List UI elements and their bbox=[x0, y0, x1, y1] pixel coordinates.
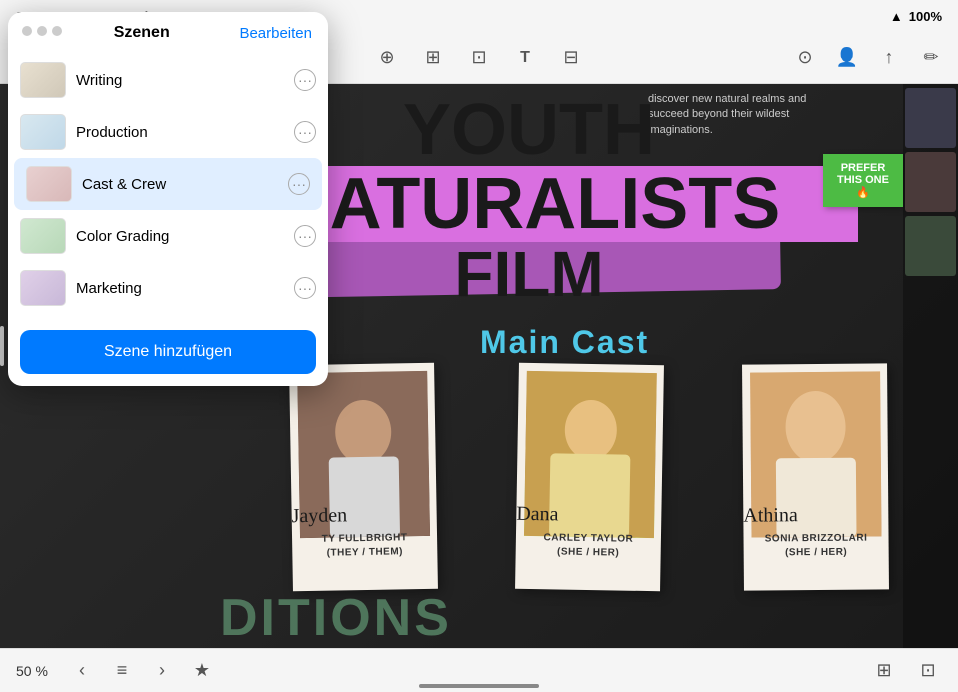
cast-row: Jayden TY FULLBRIGHT(THEY / THEM) Dana C… bbox=[270, 364, 908, 590]
panel-edit-button[interactable]: Bearbeiten bbox=[239, 25, 312, 42]
panel-thumb-writing bbox=[20, 62, 66, 98]
panel-item-color-grading[interactable]: Color Grading ··· bbox=[8, 210, 328, 262]
panel-item-more-marketing[interactable]: ··· bbox=[294, 277, 316, 299]
insert-image-icon[interactable]: ⊟ bbox=[556, 43, 586, 73]
panel-item-name-marketing: Marketing bbox=[76, 280, 284, 297]
panel-thumb-color-grading bbox=[20, 218, 66, 254]
wifi-icon: ▲ bbox=[890, 9, 903, 24]
cast-card-jayden: Jayden TY FULLBRIGHT(THEY / THEM) bbox=[289, 363, 438, 591]
drag-handle[interactable] bbox=[0, 326, 4, 366]
battery-label: 100% bbox=[909, 9, 942, 24]
share-icon[interactable]: ↑ bbox=[874, 43, 904, 73]
panel-item-name-production: Production bbox=[76, 124, 284, 141]
insert-shape-icon[interactable]: ⊕ bbox=[372, 43, 402, 73]
slide-list-button[interactable]: ≡ bbox=[108, 657, 136, 685]
auditions-text: DITIONS bbox=[220, 588, 452, 648]
collaborate-icon[interactable]: 👤 bbox=[832, 43, 862, 73]
layout-icon[interactable]: ⊞ bbox=[870, 657, 898, 685]
panel-item-marketing[interactable]: Marketing ··· bbox=[8, 262, 328, 314]
panel-item-name-cast-crew: Cast & Crew bbox=[82, 176, 278, 193]
panel-item-more-writing[interactable]: ··· bbox=[294, 69, 316, 91]
cast-card-dana: Dana CARLEY TAYLOR(SHE / HER) bbox=[515, 363, 664, 591]
panel-thumb-production bbox=[20, 114, 66, 150]
pencil-icon[interactable]: ✏ bbox=[916, 43, 946, 73]
cast-card-athina: Athina SONIA BRIZZOLARI(SHE / HER) bbox=[742, 363, 889, 590]
next-slide-button[interactable]: › bbox=[148, 657, 176, 685]
panel-item-more-cast-crew[interactable]: ··· bbox=[288, 173, 310, 195]
panel-item-writing[interactable]: Writing ··· bbox=[8, 54, 328, 106]
insert-media-icon[interactable]: ⊡ bbox=[464, 43, 494, 73]
panel-item-production[interactable]: Production ··· bbox=[8, 106, 328, 158]
view-mode-icon[interactable]: ⊡ bbox=[914, 657, 942, 685]
cast-fullname-athina: SONIA BRIZZOLARI(SHE / HER) bbox=[751, 531, 880, 560]
panel-item-more-production[interactable]: ··· bbox=[294, 121, 316, 143]
cast-name-athina: Athina bbox=[743, 503, 880, 527]
panel-item-more-color-grading[interactable]: ··· bbox=[294, 225, 316, 247]
panel-thumb-cast-crew bbox=[26, 166, 72, 202]
add-scene-button[interactable]: Szene hinzufügen bbox=[20, 330, 316, 374]
panel-item-cast-crew[interactable]: Cast & Crew ··· bbox=[14, 158, 322, 210]
prev-slide-button[interactable]: ‹ bbox=[68, 657, 96, 685]
home-indicator bbox=[419, 684, 539, 688]
panel-header: Szenen Bearbeiten bbox=[8, 12, 328, 50]
scenes-panel: Szenen Bearbeiten Writing ··· Production… bbox=[8, 12, 328, 386]
favorite-button[interactable]: ★ bbox=[188, 657, 216, 685]
animate-icon[interactable]: ⊙ bbox=[790, 43, 820, 73]
cast-name-jayden: Jayden bbox=[291, 503, 428, 528]
thumbnail-strip bbox=[903, 84, 958, 648]
panel-list: Writing ··· Production ··· Cast & Crew ·… bbox=[8, 50, 328, 322]
panel-title: Szenen bbox=[44, 24, 239, 42]
zoom-level: 50 % bbox=[16, 663, 56, 679]
sticky-note[interactable]: PREFER THIS ONE 🔥 bbox=[823, 154, 903, 207]
panel-item-name-writing: Writing bbox=[76, 72, 284, 89]
panel-item-name-color-grading: Color Grading bbox=[76, 228, 284, 245]
insert-table-icon[interactable]: ⊞ bbox=[418, 43, 448, 73]
cast-name-dana: Dana bbox=[516, 503, 653, 528]
panel-thumb-marketing bbox=[20, 270, 66, 306]
main-cast-label: Main Cast bbox=[480, 324, 649, 361]
insert-text-icon[interactable]: T bbox=[510, 43, 540, 73]
